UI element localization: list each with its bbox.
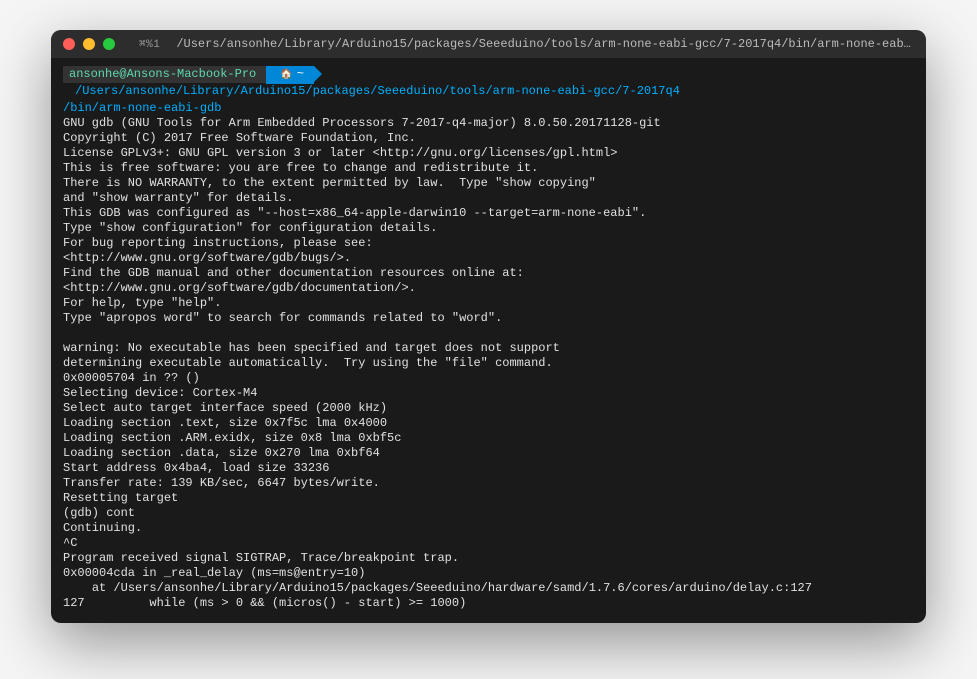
output-line: License GPLv3+: GNU GPL version 3 or lat… xyxy=(63,146,914,161)
output-line: <http://www.gnu.org/software/gdb/documen… xyxy=(63,281,914,296)
prompt-path-1: /Users/ansonhe/Library/Arduino15/package… xyxy=(75,84,680,99)
output-line: warning: No executable has been specifie… xyxy=(63,341,914,356)
output-line: (gdb) cont xyxy=(63,506,914,521)
output-line: ^C xyxy=(63,536,914,551)
output-line: For help, type "help". xyxy=(63,296,914,311)
maximize-icon[interactable] xyxy=(103,38,115,50)
output-line: Continuing. xyxy=(63,521,914,536)
output-line xyxy=(63,326,914,341)
output-line: 0x00005704 in ?? () xyxy=(63,371,914,386)
window-shortcut: ⌘%1 xyxy=(139,37,160,51)
window-title: /Users/ansonhe/Library/Arduino15/package… xyxy=(176,37,914,51)
output-line: at /Users/ansonhe/Library/Arduino15/pack… xyxy=(63,581,914,596)
output-line: determining executable automatically. Tr… xyxy=(63,356,914,371)
output-line: Loading section .ARM.exidx, size 0x8 lma… xyxy=(63,431,914,446)
output-line: Copyright (C) 2017 Free Software Foundat… xyxy=(63,131,914,146)
prompt-path-2: /bin/arm-none-eabi-gdb xyxy=(63,101,914,116)
output-line: This GDB was configured as "--host=x86_6… xyxy=(63,206,914,221)
home-icon: 🏠 xyxy=(280,70,292,81)
traffic-lights xyxy=(63,38,115,50)
output-line: Loading section .data, size 0x270 lma 0x… xyxy=(63,446,914,461)
minimize-icon[interactable] xyxy=(83,38,95,50)
output-line: 127 while (ms > 0 && (micros() - start) … xyxy=(63,596,914,611)
output-line: Transfer rate: 139 KB/sec, 6647 bytes/wr… xyxy=(63,476,914,491)
output-line: Program received signal SIGTRAP, Trace/b… xyxy=(63,551,914,566)
prompt-home-badge: 🏠~ xyxy=(266,66,314,84)
terminal-body[interactable]: ansonhe@Ansons-Macbook-Pro 🏠~ /Users/ans… xyxy=(51,58,926,623)
terminal-window: ⌘%1 /Users/ansonhe/Library/Arduino15/pac… xyxy=(51,30,926,623)
output-line: This is free software: you are free to c… xyxy=(63,161,914,176)
output-line: Type "apropos word" to search for comman… xyxy=(63,311,914,326)
output-line: Type "show configuration" for configurat… xyxy=(63,221,914,236)
output-line: For bug reporting instructions, please s… xyxy=(63,236,914,251)
prompt-user: ansonhe@Ansons-Macbook-Pro xyxy=(63,66,266,83)
output-line: 0x00004cda in _real_delay (ms=ms@entry=1… xyxy=(63,566,914,581)
title-bar: ⌘%1 /Users/ansonhe/Library/Arduino15/pac… xyxy=(51,30,926,58)
prompt-line: ansonhe@Ansons-Macbook-Pro 🏠~ /Users/ans… xyxy=(63,66,914,99)
close-icon[interactable] xyxy=(63,38,75,50)
output-line: <http://www.gnu.org/software/gdb/bugs/>. xyxy=(63,251,914,266)
output-line: and "show warranty" for details. xyxy=(63,191,914,206)
output-line: Selecting device: Cortex-M4 xyxy=(63,386,914,401)
output-line: Select auto target interface speed (2000… xyxy=(63,401,914,416)
prompt-tilde: ~ xyxy=(297,67,304,81)
output-line: Find the GDB manual and other documentat… xyxy=(63,266,914,281)
output-line: Loading section .text, size 0x7f5c lma 0… xyxy=(63,416,914,431)
output-line: There is NO WARRANTY, to the extent perm… xyxy=(63,176,914,191)
output-line: Resetting target xyxy=(63,491,914,506)
output-line: GNU gdb (GNU Tools for Arm Embedded Proc… xyxy=(63,116,914,131)
output-line: Start address 0x4ba4, load size 33236 xyxy=(63,461,914,476)
terminal-output: GNU gdb (GNU Tools for Arm Embedded Proc… xyxy=(63,116,914,611)
